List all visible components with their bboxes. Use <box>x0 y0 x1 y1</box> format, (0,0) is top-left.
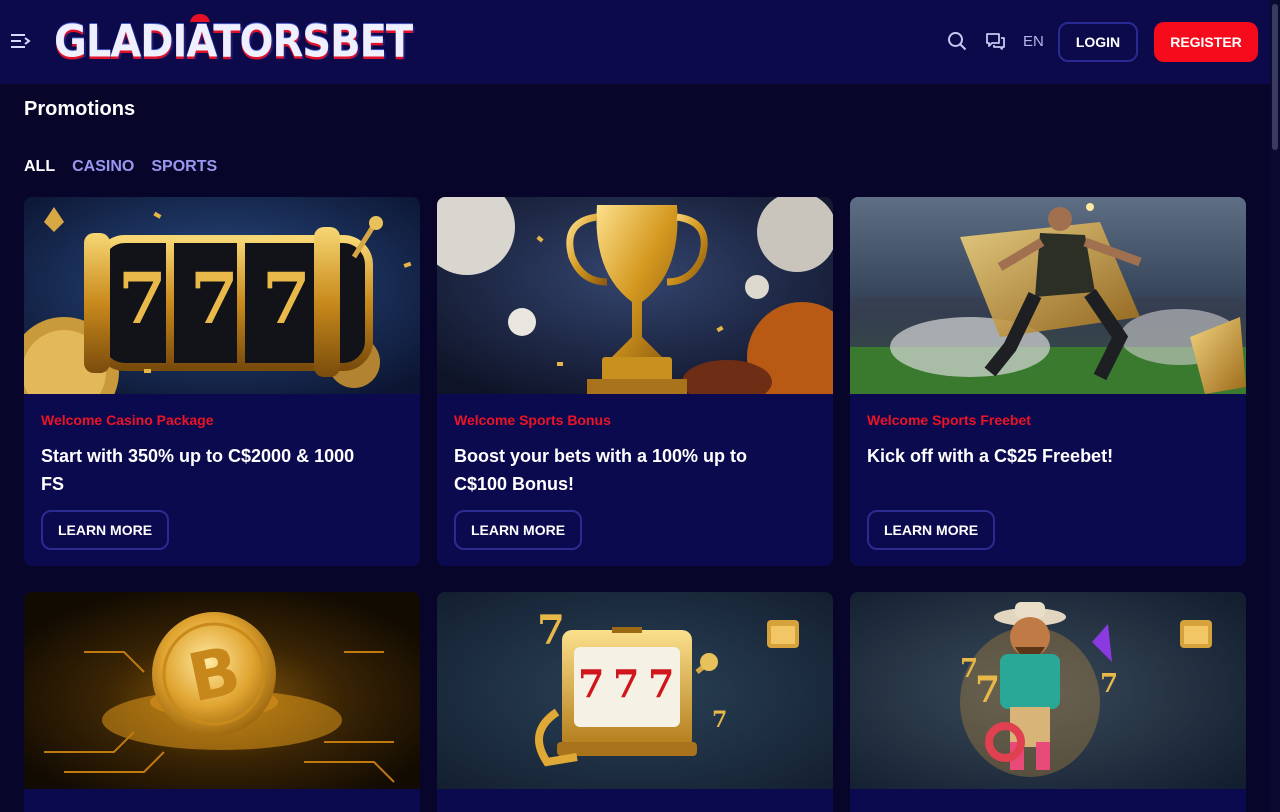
helmet-crest-icon <box>190 14 210 22</box>
svg-text:7: 7 <box>613 661 639 706</box>
chat-icon[interactable] <box>984 30 1006 52</box>
svg-text:7: 7 <box>262 257 311 340</box>
promo-title: Start with 350% up to C$2000 & 1000 FS <box>41 446 355 494</box>
learn-more-button[interactable]: LEARN MORE <box>454 510 582 550</box>
promo-title: Kick off with a C$25 Freebet! <box>867 446 1114 466</box>
tab-sports[interactable]: SPORTS <box>151 158 217 176</box>
slot-machine-777-image: 7 7 7 7 7 <box>437 592 833 789</box>
svg-text:7: 7 <box>190 257 239 340</box>
promo-card-crypto[interactable]: B <box>24 592 420 812</box>
svg-text:7: 7 <box>648 661 674 706</box>
promotion-tabs: ALL CASINO SPORTS <box>24 158 217 176</box>
promo-card-sports-freebet[interactable]: Welcome Sports Freebet Kick off with a C… <box>850 197 1246 566</box>
promo-category: Welcome Sports Freebet <box>867 412 1031 428</box>
search-icon[interactable] <box>946 30 968 52</box>
promo-title: Boost your bets with a 100% up to C$100 … <box>454 446 748 494</box>
svg-text:7: 7 <box>118 257 167 340</box>
learn-more-button[interactable]: LEARN MORE <box>867 510 995 550</box>
svg-text:7: 7 <box>1100 669 1118 699</box>
menu-icon[interactable] <box>10 31 32 51</box>
top-header: GLADIATORSBET EN LOGIN REGISTER <box>0 0 1270 84</box>
scrollbar-thumb[interactable] <box>1272 4 1278 150</box>
promo-card-casino-package[interactable]: 7 7 7 Welcome Casino Package Start with … <box>24 197 420 566</box>
cowboy-character-image: 7 7 7 <box>850 592 1246 789</box>
svg-text:7: 7 <box>578 661 604 706</box>
tab-all[interactable]: ALL <box>24 158 55 176</box>
page-scrollbar[interactable] <box>1270 0 1280 812</box>
bitcoin-coin-image: B <box>24 592 420 789</box>
page-title: Promotions <box>24 98 136 120</box>
register-button[interactable]: REGISTER <box>1154 22 1258 62</box>
promo-category: Welcome Casino Package <box>41 412 214 428</box>
login-button[interactable]: LOGIN <box>1058 22 1138 62</box>
language-selector[interactable]: EN <box>1023 33 1044 50</box>
promo-category: Welcome Sports Bonus <box>454 412 611 428</box>
promo-card-character[interactable]: 7 7 7 <box>850 592 1246 812</box>
promo-card-sports-bonus[interactable]: Welcome Sports Bonus Boost your bets wit… <box>437 197 833 566</box>
svg-text:7: 7 <box>712 707 727 733</box>
svg-text:7: 7 <box>537 607 565 654</box>
gold-trophy-balls-image <box>437 197 833 394</box>
learn-more-button[interactable]: LEARN MORE <box>41 510 169 550</box>
footballer-golden-ticket-image <box>850 197 1246 394</box>
slot-777-reels-image: 7 7 7 <box>24 197 420 394</box>
site-logo[interactable]: GLADIATORSBET <box>54 14 413 70</box>
svg-text:7: 7 <box>975 669 1000 711</box>
promo-card-slot-machine[interactable]: 7 7 7 7 7 <box>437 592 833 812</box>
tab-casino[interactable]: CASINO <box>72 158 134 176</box>
logo-text: GLADIATORSBET <box>54 16 413 68</box>
